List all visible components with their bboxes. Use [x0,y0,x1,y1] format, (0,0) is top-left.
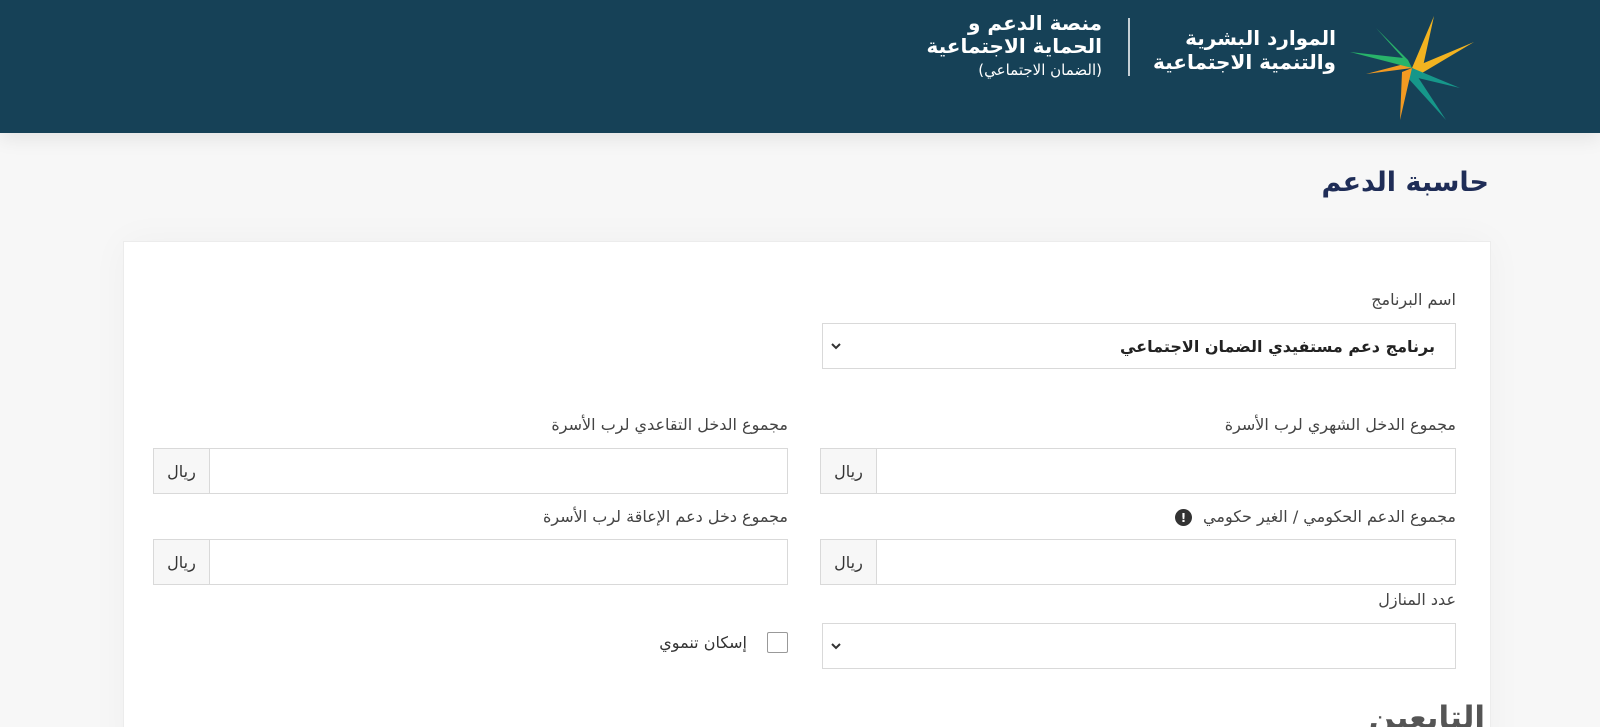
gov-support-group: ريال [820,539,1456,585]
retirement-income-input[interactable] [210,449,787,493]
dependents-heading: التابعين [1368,700,1485,727]
gov-support-label-text: مجموع الدعم الحكومي / الغير حكومي [1203,507,1456,526]
currency-addon: ريال [154,449,210,493]
houses-count-label: عدد المنازل [1378,590,1456,609]
retirement-income-group: ريال [153,448,788,494]
calculator-card: اسم البرنامج برنامج دعم مستفيدي الضمان ا… [123,241,1491,727]
chevron-down-icon [831,343,841,350]
chevron-down-icon [831,643,841,650]
gov-support-input[interactable] [877,540,1455,584]
disability-income-group: ريال [153,539,788,585]
currency-addon: ريال [154,540,210,584]
page-title: حاسبة الدعم [1321,167,1489,198]
program-select[interactable]: برنامج دعم مستفيدي الضمان الاجتماعي [822,323,1456,369]
program-label: اسم البرنامج [1371,290,1456,309]
info-icon[interactable]: ! [1174,509,1192,526]
retirement-income-label: مجموع الدخل التقاعدي لرب الأسرة [551,415,788,434]
ministry-name-line1: الموارد البشرية [1185,26,1336,50]
platform-name: منصة الدعم و الحماية الاجتماعية (الضمان … [902,11,1103,81]
platform-name-line1: منصة الدعم و [967,11,1102,35]
ministry-name-line2: والتنمية الاجتماعية [1153,50,1336,74]
currency-addon: ريال [821,540,877,584]
gov-support-label: مجموع الدعم الحكومي / الغير حكومي ! [1174,507,1456,526]
disability-income-input[interactable] [210,540,787,584]
disability-income-label: مجموع دخل دعم الإعاقة لرب الأسرة [542,507,788,526]
platform-name-line2: الحماية الاجتماعية [926,34,1103,58]
monthly-income-label: مجموع الدخل الشهري لرب الأسرة [1224,415,1456,434]
ministry-logo-icon[interactable] [1350,16,1474,120]
monthly-income-group: ريال [820,448,1456,494]
currency-addon: ريال [821,449,877,493]
development-housing-option[interactable]: إسكان تنموي [659,632,788,653]
top-header: الموارد البشرية والتنمية الاجتماعية منصة… [0,0,1600,133]
program-select-value: برنامج دعم مستفيدي الضمان الاجتماعي [1119,336,1435,356]
development-housing-label: إسكان تنموي [659,633,747,652]
header-divider [1128,18,1130,76]
houses-count-select[interactable] [822,623,1456,669]
ministry-name: الموارد البشرية والتنمية الاجتماعية [1136,26,1336,74]
platform-subtitle: (الضمان الاجتماعي) [978,61,1102,79]
development-housing-checkbox[interactable] [767,632,788,653]
monthly-income-input[interactable] [877,449,1455,493]
